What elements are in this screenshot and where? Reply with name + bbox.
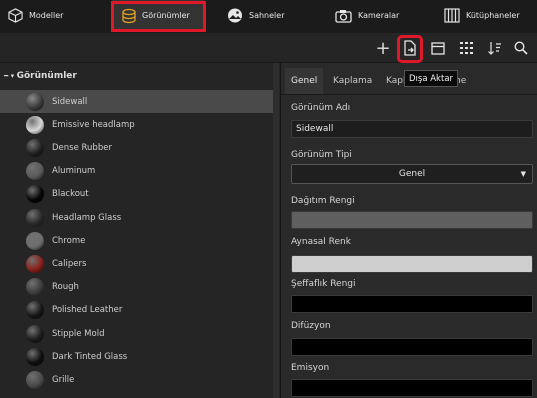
tree-header-label: Görünümler	[16, 71, 77, 81]
material-thumbnail-icon	[26, 254, 44, 273]
tab-label: Kütüphaneler	[466, 11, 520, 20]
tree-item-label: Dense Rubber	[52, 142, 112, 153]
tree-item[interactable]: Dark Tinted Glass	[0, 345, 273, 368]
appearances-tree-panel: ━ ▾ Görünümler Sidewall Emissive headlamp…	[0, 63, 279, 398]
layout-button[interactable]	[429, 39, 447, 57]
diffusion-label: Difüzyon	[291, 321, 331, 331]
tab-label: Modeller	[29, 11, 64, 20]
toolbar: +	[0, 33, 537, 63]
tree-item[interactable]: Calipers	[0, 252, 273, 275]
top-tab-bar: Modeller Görünümler Sahneler Kameralar K…	[0, 0, 537, 33]
material-thumbnail-icon	[26, 324, 44, 343]
material-thumbnail-icon	[26, 301, 44, 320]
transparency-color-swatch[interactable]	[291, 295, 533, 313]
camera-icon	[335, 9, 352, 23]
tree-item[interactable]: Dense Rubber	[0, 136, 273, 159]
sort-icon	[487, 41, 502, 56]
transparency-color-label: Şeffaflık Rengi	[291, 279, 356, 289]
sort-button[interactable]	[485, 39, 503, 57]
tree-item-label: Dark Tinted Glass	[52, 351, 128, 362]
material-thumbnail-icon	[26, 185, 44, 204]
properties-panel: Genel Kaplama Kapl me Görünüm Adı Sidewa…	[280, 63, 537, 398]
material-thumbnail-icon	[26, 115, 44, 134]
tree-scrollbar[interactable]	[273, 63, 279, 398]
tree-item[interactable]: Sidewall	[0, 90, 273, 113]
tree-item[interactable]: Rough	[0, 276, 273, 299]
appearance-type-select[interactable]: Genel ▼	[291, 164, 533, 184]
highlight-box-export	[397, 35, 423, 63]
tree-item[interactable]: Emissive headlamp	[0, 113, 273, 136]
tree-item[interactable]: Grille	[0, 368, 273, 391]
tree-item[interactable]: Chrome	[0, 229, 273, 252]
tree-item-label: Chrome	[52, 235, 86, 246]
tree-item[interactable]: Aluminum	[0, 160, 273, 183]
emission-color-swatch[interactable]	[291, 379, 533, 397]
tree-item-label: Headlamp Glass	[52, 212, 122, 223]
tree-item[interactable]: Headlamp Glass	[0, 206, 273, 229]
diffuse-color-swatch[interactable]	[291, 211, 533, 229]
material-thumbnail-icon	[26, 92, 44, 111]
tab-cameras[interactable]: Kameralar	[335, 0, 425, 31]
chevron-down-icon: ▼	[520, 170, 526, 178]
tab-coating[interactable]: Kaplama	[333, 71, 372, 91]
tree-header[interactable]: ━ ▾ Görünümler	[4, 71, 77, 81]
plus-icon: +	[375, 37, 391, 59]
tab-models[interactable]: Modeller	[8, 0, 98, 31]
tree-item-label: Blackout	[52, 189, 89, 200]
specular-color-swatch[interactable]	[291, 255, 533, 273]
tree-item-label: Calipers	[52, 258, 87, 269]
select-value: Genel	[398, 169, 426, 179]
tree-item-label: Emissive headlamp	[52, 119, 135, 130]
grid-list-icon	[459, 41, 474, 55]
tab-scenes[interactable]: Sahneler	[227, 0, 317, 31]
material-thumbnail-icon	[26, 138, 44, 157]
tree-item[interactable]: Blackout	[0, 183, 273, 206]
tab-coating-2[interactable]: Kapl	[386, 71, 405, 91]
appearance-type-label: Görünüm Tipi	[291, 150, 352, 160]
material-thumbnail-icon	[26, 347, 44, 366]
cube-icon	[8, 8, 23, 23]
tree-item-label: Grille	[52, 374, 75, 385]
add-button[interactable]: +	[374, 37, 392, 59]
tree-item-label: Rough	[52, 282, 79, 293]
collapse-triangle-icon: ━ ▾	[4, 72, 17, 80]
input-value: Sidewall	[296, 124, 334, 134]
emission-label: Emisyon	[291, 363, 330, 373]
tab-general[interactable]: Genel	[285, 68, 324, 94]
tab-libraries[interactable]: Kütüphaneler	[444, 0, 537, 31]
material-thumbnail-icon	[26, 162, 44, 181]
tab-label: Sahneler	[249, 11, 285, 20]
search-icon	[514, 41, 528, 55]
appearance-name-input[interactable]: Sidewall	[291, 120, 533, 138]
tree-item[interactable]: Polished Leather	[0, 299, 273, 322]
tree-item-label: Polished Leather	[52, 305, 123, 316]
material-thumbnail-icon	[26, 370, 44, 389]
specular-color-label: Aynasal Renk	[291, 237, 351, 247]
tab-label: Kameralar	[358, 11, 400, 20]
diffusion-color-swatch[interactable]	[291, 338, 533, 356]
material-thumbnail-icon	[26, 208, 44, 227]
tooltip-text: Dışa Aktar	[409, 73, 454, 84]
view-options-button[interactable]	[457, 39, 475, 57]
tab-label: Kapl	[386, 76, 406, 86]
highlight-box-tab	[111, 1, 206, 32]
tab-label: Kaplama	[333, 76, 373, 86]
diffuse-color-label: Dağıtım Rengi	[291, 196, 355, 206]
window-icon	[431, 41, 445, 55]
material-thumbnail-icon	[26, 278, 44, 297]
tree-item-label: Aluminum	[52, 166, 96, 177]
tree-item-label: Stipple Mold	[52, 328, 105, 339]
export-tooltip: Dışa Aktar	[404, 70, 459, 87]
tree-item[interactable]: Stipple Mold	[0, 322, 273, 345]
tree-item-label: Sidewall	[52, 96, 88, 107]
library-icon	[444, 8, 460, 23]
material-thumbnail-icon	[26, 231, 44, 250]
appearance-name-label: Görünüm Adı	[291, 103, 351, 113]
landscape-icon	[227, 8, 243, 23]
tab-label: Genel	[291, 76, 318, 86]
search-button[interactable]	[512, 39, 530, 57]
